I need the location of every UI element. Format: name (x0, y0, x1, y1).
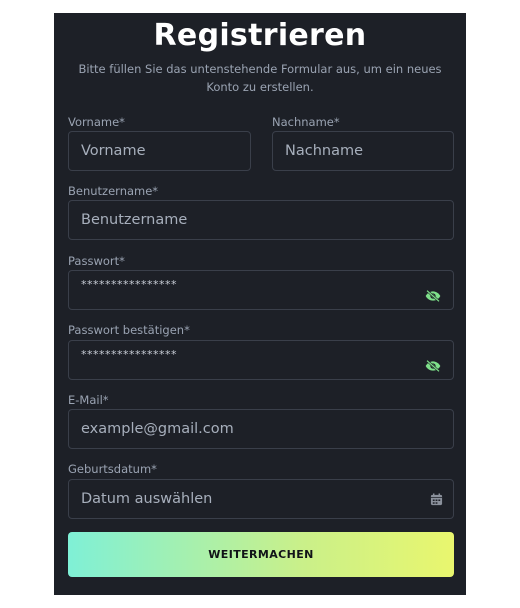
email-label: E-Mail* (68, 393, 109, 407)
birthdate-label: Geburtsdatum* (68, 462, 157, 476)
email-field (68, 409, 454, 449)
password-confirm-field[interactable]: **************** (68, 340, 454, 380)
first-name-label: Vorname* (68, 115, 125, 129)
password-label: Passwort* (68, 254, 125, 268)
page-subtitle: Bitte füllen Sie das untenstehende Formu… (78, 62, 442, 94)
last-name-input[interactable] (273, 132, 453, 170)
password-confirm-masked-value: **************** (81, 348, 177, 361)
password-confirm-label: Passwort bestätigen* (68, 323, 190, 337)
last-name-label: Nachname* (272, 115, 340, 129)
password-field[interactable]: **************** (68, 270, 454, 310)
calendar-icon[interactable] (430, 493, 443, 506)
registration-panel: Registrieren Bitte füllen Sie das untens… (54, 13, 466, 595)
page-title: Registrieren (153, 18, 367, 53)
last-name-field (272, 131, 454, 171)
eye-slash-icon[interactable] (425, 360, 441, 372)
email-input[interactable] (69, 410, 453, 448)
username-input[interactable] (69, 201, 453, 239)
birthdate-input[interactable] (69, 480, 453, 518)
continue-button[interactable]: WEITERMACHEN (68, 532, 454, 577)
first-name-field (68, 131, 251, 171)
first-name-input[interactable] (69, 132, 250, 170)
birthdate-field (68, 479, 454, 519)
eye-slash-icon[interactable] (425, 290, 441, 302)
username-label: Benutzername* (68, 184, 159, 198)
username-field (68, 200, 454, 240)
password-masked-value: **************** (81, 278, 177, 291)
